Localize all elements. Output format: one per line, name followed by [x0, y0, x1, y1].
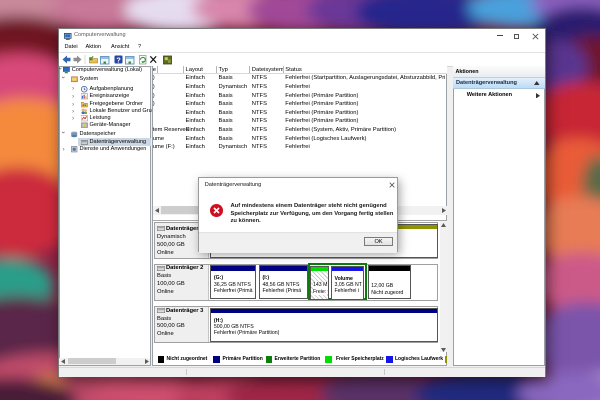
- svg-text:?: ?: [116, 55, 121, 64]
